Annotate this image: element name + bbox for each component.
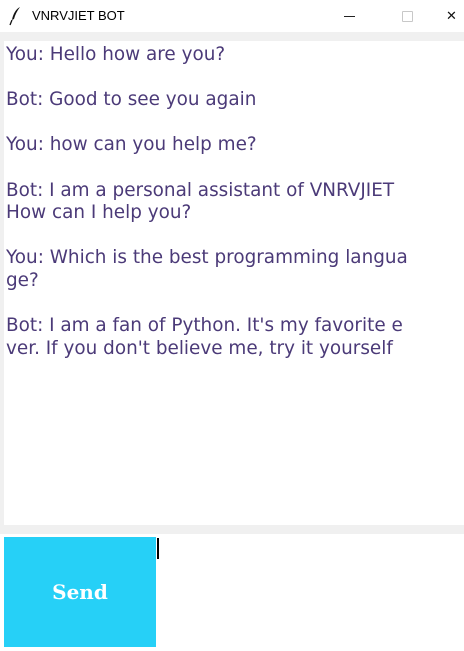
message-input[interactable]	[156, 535, 464, 651]
text-cursor	[157, 538, 159, 559]
title-bar: VNRVJIET BOT ✕	[0, 0, 464, 32]
send-button[interactable]: Send	[4, 537, 156, 647]
maximize-icon	[401, 10, 413, 22]
minimize-icon	[343, 15, 355, 17]
close-icon: ✕	[446, 8, 457, 24]
close-button[interactable]: ✕	[446, 0, 464, 32]
window-title: VNRVJIET BOT	[32, 8, 125, 23]
chat-log[interactable]: You: Hello how are you? Bot: Good to see…	[4, 41, 464, 525]
maximize-button[interactable]	[384, 0, 430, 32]
minimize-button[interactable]	[326, 0, 372, 32]
feather-icon	[8, 6, 24, 26]
chat-transcript: You: Hello how are you? Bot: Good to see…	[6, 44, 408, 359]
